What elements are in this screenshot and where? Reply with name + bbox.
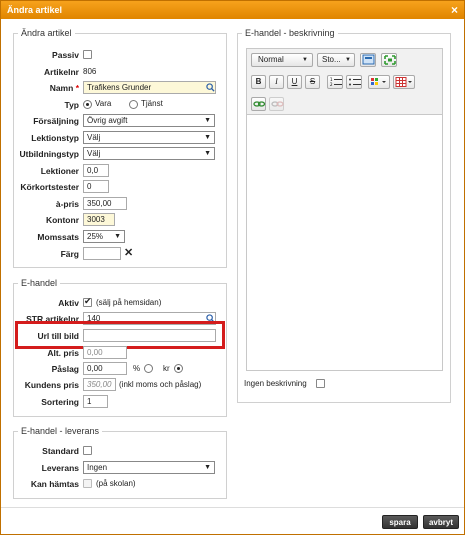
dropdown-arrow-icon: ▼ [302, 57, 308, 63]
aktiv-note: (sälj på hemsidan) [96, 298, 162, 307]
standard-label: Standard [42, 446, 79, 456]
typ-vara-radio[interactable] [83, 100, 92, 109]
underline-button[interactable]: U [287, 75, 302, 89]
paslag-label: Påslag [51, 364, 79, 374]
clear-color-icon[interactable]: ✕ [124, 246, 133, 260]
ingen-beskrivning-checkbox[interactable] [316, 379, 325, 388]
lektionstyp-select[interactable]: Välj ▼ [83, 131, 215, 144]
typ-tjanst-label: Tjänst [141, 99, 163, 108]
namn-label: Namn * [49, 83, 79, 93]
dialog-titlebar: Ändra artikel × [1, 1, 464, 19]
numbered-list-icon[interactable]: 12 [327, 75, 343, 89]
italic-button[interactable]: I [269, 75, 284, 89]
link-icon[interactable] [251, 97, 266, 111]
close-icon[interactable]: × [451, 1, 458, 19]
dropdown-arrow-icon: ▼ [204, 464, 211, 471]
passiv-label: Passiv [52, 50, 79, 60]
strike-button[interactable]: S [305, 75, 320, 89]
namn-input[interactable]: Trafikens Grunder [83, 81, 216, 94]
forsaljning-select[interactable]: Övrig avgift ▼ [83, 114, 215, 127]
artikelnr-label: Artikelnr [44, 67, 79, 77]
dialog-footer: spara avbryt [1, 507, 464, 534]
ingen-beskrivning-label: Ingen beskrivning [244, 379, 307, 388]
svg-text:2: 2 [330, 82, 333, 87]
sortering-input[interactable]: 1 [83, 395, 108, 408]
article-legend: Ändra artikel [21, 28, 72, 38]
apris-input[interactable]: 350,00 [83, 197, 127, 210]
kan-hamtas-label: Kan hämtas [30, 479, 79, 489]
bold-button[interactable]: B [251, 75, 266, 89]
editor-toolbar: Normal ▼ Sto... ▼ B I U S 12 [246, 48, 443, 115]
size-select[interactable]: Sto... ▼ [317, 53, 355, 67]
description-editor[interactable] [246, 115, 443, 371]
kan-hamtas-note: (på skolan) [96, 479, 136, 488]
dialog-title: Ändra artikel [7, 5, 63, 15]
save-button[interactable]: spara [382, 515, 418, 529]
paslag-input[interactable]: 0,00 [83, 362, 127, 375]
lektioner-input[interactable]: 0,0 [83, 164, 109, 177]
kundens-pris-note: (inkl moms och påslag) [119, 380, 202, 389]
paslag-kr-label: kr [163, 364, 170, 373]
format-select[interactable]: Normal ▼ [251, 53, 313, 67]
korkortstester-input[interactable]: 0 [83, 180, 109, 193]
paslag-percent-radio[interactable] [144, 364, 153, 373]
table-icon[interactable] [393, 75, 415, 89]
lektionstyp-label: Lektionstyp [31, 133, 79, 143]
typ-label: Typ [64, 100, 79, 110]
paslag-kr-radio[interactable] [174, 364, 183, 373]
altpris-label: Alt. pris [47, 348, 79, 358]
aktiv-label: Aktiv [58, 298, 79, 308]
bullet-list-icon[interactable] [346, 75, 362, 89]
apris-label: à-pris [55, 199, 79, 209]
sortering-label: Sortering [41, 397, 79, 407]
leverans-legend: E-handel - leverans [21, 426, 100, 436]
leverans-select[interactable]: Ingen ▼ [83, 461, 215, 474]
leverans-label: Leverans [41, 463, 79, 473]
momssats-label: Momssats [37, 232, 79, 242]
artikelnr-value: 806 [83, 67, 97, 76]
kontonr-input[interactable]: 3003 [83, 213, 115, 226]
dropdown-arrow-icon: ▼ [204, 134, 211, 141]
kontonr-label: Kontonr [45, 215, 79, 225]
momssats-select[interactable]: 25% ▼ [83, 230, 125, 243]
beskrivning-legend: E-handel - beskrivning [245, 28, 335, 38]
source-icon[interactable] [360, 53, 376, 67]
korkortstester-label: Körkortstester [20, 182, 79, 192]
altpris-input[interactable]: 0,00 [83, 346, 127, 359]
kundens-pris-label: Kundens pris [24, 380, 79, 390]
typ-vara-label: Vara [95, 99, 112, 108]
utbildningstyp-select[interactable]: Välj ▼ [83, 147, 215, 160]
forsaljning-label: Försäljning [33, 116, 79, 126]
lektioner-label: Lektioner [40, 166, 79, 176]
typ-tjanst-radio[interactable] [129, 100, 138, 109]
aktiv-checkbox[interactable] [83, 296, 92, 307]
edit-article-dialog: Ändra artikel × Ändra artikel Passiv Art… [0, 0, 465, 535]
farg-input[interactable] [83, 247, 121, 260]
maximize-icon[interactable] [381, 53, 397, 67]
farg-label: Färg [60, 249, 79, 259]
dropdown-arrow-icon: ▼ [204, 117, 211, 124]
unlink-icon[interactable] [269, 97, 284, 111]
search-icon[interactable] [206, 83, 215, 92]
passiv-checkbox[interactable] [83, 50, 92, 59]
dropdown-arrow-icon: ▼ [204, 150, 211, 157]
standard-checkbox[interactable] [83, 446, 92, 455]
kundens-pris-input: 350,00 [83, 378, 116, 391]
dropdown-arrow-icon: ▼ [345, 57, 351, 63]
utbildningstyp-label: Utbildningstyp [19, 149, 80, 159]
kan-hamtas-checkbox[interactable] [83, 479, 92, 488]
color-picker-icon[interactable] [368, 75, 390, 89]
paslag-percent-label: % [133, 364, 141, 373]
url-highlight-box [15, 321, 225, 349]
dropdown-arrow-icon: ▼ [114, 233, 121, 240]
cancel-button[interactable]: avbryt [423, 515, 459, 529]
ehandel-legend: E-handel [21, 278, 58, 288]
